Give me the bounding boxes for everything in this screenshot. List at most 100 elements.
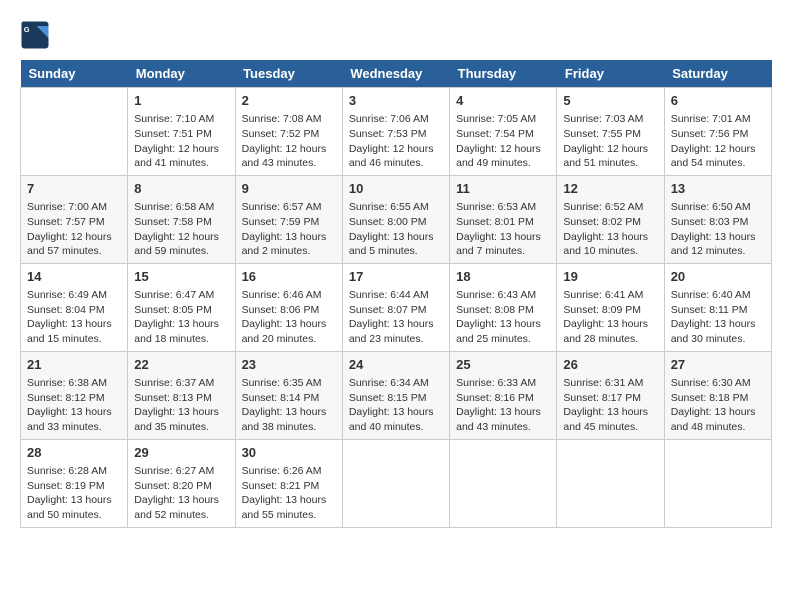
- weekday-header-saturday: Saturday: [664, 60, 771, 88]
- day-info: Sunrise: 6:27 AM Sunset: 8:20 PM Dayligh…: [134, 464, 228, 523]
- day-number: 15: [134, 268, 228, 286]
- day-info: Sunrise: 6:47 AM Sunset: 8:05 PM Dayligh…: [134, 288, 228, 347]
- calendar-week-5: 28 Sunrise: 6:28 AM Sunset: 8:19 PM Dayli…: [21, 439, 772, 527]
- calendar-cell: [557, 439, 664, 527]
- day-info: Sunrise: 6:49 AM Sunset: 8:04 PM Dayligh…: [27, 288, 121, 347]
- weekday-header-monday: Monday: [128, 60, 235, 88]
- day-number: 22: [134, 356, 228, 374]
- day-info: Sunrise: 6:41 AM Sunset: 8:09 PM Dayligh…: [563, 288, 657, 347]
- calendar-cell: 17Sunrise: 6:44 AM Sunset: 8:07 PM Dayli…: [342, 263, 449, 351]
- weekday-header-sunday: Sunday: [21, 60, 128, 88]
- day-number: 29: [134, 444, 228, 462]
- day-info: Sunrise: 6:40 AM Sunset: 8:11 PM Dayligh…: [671, 288, 765, 347]
- day-info: Sunrise: 6:58 AM Sunset: 7:58 PM Dayligh…: [134, 200, 228, 259]
- day-number: 21: [27, 356, 121, 374]
- day-info: Sunrise: 6:34 AM Sunset: 8:15 PM Dayligh…: [349, 376, 443, 435]
- calendar-cell: 30 Sunrise: 6:26 AM Sunset: 8:21 PM Dayli…: [235, 439, 342, 527]
- day-number: 18: [456, 268, 550, 286]
- day-number: 5: [563, 92, 657, 110]
- calendar-cell: 25 Sunrise: 6:33 AM Sunset: 8:16 PM Dayli…: [450, 351, 557, 439]
- day-info: Sunrise: 6:50 AM Sunset: 8:03 PM Dayligh…: [671, 200, 765, 259]
- calendar-cell: 21Sunrise: 6:38 AM Sunset: 8:12 PM Dayli…: [21, 351, 128, 439]
- weekday-header-row: SundayMondayTuesdayWednesdayThursdayFrid…: [21, 60, 772, 88]
- calendar-cell: 7 Sunrise: 7:00 AM Sunset: 7:57 PM Daylig…: [21, 175, 128, 263]
- day-number: 11: [456, 180, 550, 198]
- calendar-cell: 15 Sunrise: 6:47 AM Sunset: 8:05 PM Dayli…: [128, 263, 235, 351]
- weekday-header-friday: Friday: [557, 60, 664, 88]
- calendar-cell: 28 Sunrise: 6:28 AM Sunset: 8:19 PM Dayli…: [21, 439, 128, 527]
- day-info: Sunrise: 6:26 AM Sunset: 8:21 PM Dayligh…: [242, 464, 336, 523]
- calendar-cell: [664, 439, 771, 527]
- day-number: 10: [349, 180, 443, 198]
- day-number: 1: [134, 92, 228, 110]
- calendar-cell: 3 Sunrise: 7:06 AM Sunset: 7:53 PM Daylig…: [342, 88, 449, 176]
- day-info: Sunrise: 6:53 AM Sunset: 8:01 PM Dayligh…: [456, 200, 550, 259]
- logo-icon: G: [20, 20, 50, 50]
- calendar-cell: 27 Sunrise: 6:30 AM Sunset: 8:18 PM Dayli…: [664, 351, 771, 439]
- calendar-cell: 18 Sunrise: 6:43 AM Sunset: 8:08 PM Dayli…: [450, 263, 557, 351]
- calendar-cell: 9 Sunrise: 6:57 AM Sunset: 7:59 PM Daylig…: [235, 175, 342, 263]
- weekday-header-tuesday: Tuesday: [235, 60, 342, 88]
- day-number: 24: [349, 356, 443, 374]
- calendar-week-1: 1 Sunrise: 7:10 AM Sunset: 7:51 PM Daylig…: [21, 88, 772, 176]
- day-number: 26: [563, 356, 657, 374]
- calendar-cell: 26 Sunrise: 6:31 AM Sunset: 8:17 PM Dayli…: [557, 351, 664, 439]
- day-number: 19: [563, 268, 657, 286]
- day-info: Sunrise: 6:55 AM Sunset: 8:00 PM Dayligh…: [349, 200, 443, 259]
- calendar-cell: 19 Sunrise: 6:41 AM Sunset: 8:09 PM Dayli…: [557, 263, 664, 351]
- day-info: Sunrise: 7:08 AM Sunset: 7:52 PM Dayligh…: [242, 112, 336, 171]
- day-info: Sunrise: 6:33 AM Sunset: 8:16 PM Dayligh…: [456, 376, 550, 435]
- day-info: Sunrise: 6:57 AM Sunset: 7:59 PM Dayligh…: [242, 200, 336, 259]
- calendar-cell: 12Sunrise: 6:52 AM Sunset: 8:02 PM Dayli…: [557, 175, 664, 263]
- day-info: Sunrise: 7:10 AM Sunset: 7:51 PM Dayligh…: [134, 112, 228, 171]
- day-number: 4: [456, 92, 550, 110]
- calendar-week-4: 21Sunrise: 6:38 AM Sunset: 8:12 PM Dayli…: [21, 351, 772, 439]
- day-number: 3: [349, 92, 443, 110]
- day-number: 14: [27, 268, 121, 286]
- calendar-cell: [21, 88, 128, 176]
- page-header: G: [20, 20, 772, 50]
- day-number: 17: [349, 268, 443, 286]
- day-info: Sunrise: 6:31 AM Sunset: 8:17 PM Dayligh…: [563, 376, 657, 435]
- day-number: 13: [671, 180, 765, 198]
- calendar-cell: 22Sunrise: 6:37 AM Sunset: 8:13 PM Dayli…: [128, 351, 235, 439]
- day-number: 27: [671, 356, 765, 374]
- weekday-header-thursday: Thursday: [450, 60, 557, 88]
- calendar-cell: 14 Sunrise: 6:49 AM Sunset: 8:04 PM Dayli…: [21, 263, 128, 351]
- day-number: 30: [242, 444, 336, 462]
- calendar-cell: 10 Sunrise: 6:55 AM Sunset: 8:00 PM Dayli…: [342, 175, 449, 263]
- calendar-cell: [450, 439, 557, 527]
- calendar-week-3: 14 Sunrise: 6:49 AM Sunset: 8:04 PM Dayli…: [21, 263, 772, 351]
- calendar-cell: 23 Sunrise: 6:35 AM Sunset: 8:14 PM Dayli…: [235, 351, 342, 439]
- day-info: Sunrise: 6:30 AM Sunset: 8:18 PM Dayligh…: [671, 376, 765, 435]
- day-number: 25: [456, 356, 550, 374]
- day-info: Sunrise: 6:46 AM Sunset: 8:06 PM Dayligh…: [242, 288, 336, 347]
- calendar-cell: 16 Sunrise: 6:46 AM Sunset: 8:06 PM Dayli…: [235, 263, 342, 351]
- day-number: 16: [242, 268, 336, 286]
- calendar-table: SundayMondayTuesdayWednesdayThursdayFrid…: [20, 60, 772, 528]
- calendar-cell: 4 Sunrise: 7:05 AM Sunset: 7:54 PM Daylig…: [450, 88, 557, 176]
- logo: G: [20, 20, 54, 50]
- weekday-header-wednesday: Wednesday: [342, 60, 449, 88]
- calendar-cell: 29 Sunrise: 6:27 AM Sunset: 8:20 PM Dayli…: [128, 439, 235, 527]
- svg-text:G: G: [24, 25, 30, 34]
- calendar-cell: 2 Sunrise: 7:08 AM Sunset: 7:52 PM Daylig…: [235, 88, 342, 176]
- calendar-cell: 13 Sunrise: 6:50 AM Sunset: 8:03 PM Dayli…: [664, 175, 771, 263]
- calendar-cell: 6Sunrise: 7:01 AM Sunset: 7:56 PM Daylig…: [664, 88, 771, 176]
- day-info: Sunrise: 7:06 AM Sunset: 7:53 PM Dayligh…: [349, 112, 443, 171]
- day-number: 12: [563, 180, 657, 198]
- calendar-cell: 5Sunrise: 7:03 AM Sunset: 7:55 PM Daylig…: [557, 88, 664, 176]
- day-info: Sunrise: 7:05 AM Sunset: 7:54 PM Dayligh…: [456, 112, 550, 171]
- calendar-cell: 1 Sunrise: 7:10 AM Sunset: 7:51 PM Daylig…: [128, 88, 235, 176]
- day-number: 6: [671, 92, 765, 110]
- day-number: 28: [27, 444, 121, 462]
- day-number: 23: [242, 356, 336, 374]
- day-info: Sunrise: 6:28 AM Sunset: 8:19 PM Dayligh…: [27, 464, 121, 523]
- day-number: 9: [242, 180, 336, 198]
- day-info: Sunrise: 7:00 AM Sunset: 7:57 PM Dayligh…: [27, 200, 121, 259]
- day-number: 7: [27, 180, 121, 198]
- day-number: 8: [134, 180, 228, 198]
- day-number: 2: [242, 92, 336, 110]
- day-info: Sunrise: 6:43 AM Sunset: 8:08 PM Dayligh…: [456, 288, 550, 347]
- day-info: Sunrise: 6:35 AM Sunset: 8:14 PM Dayligh…: [242, 376, 336, 435]
